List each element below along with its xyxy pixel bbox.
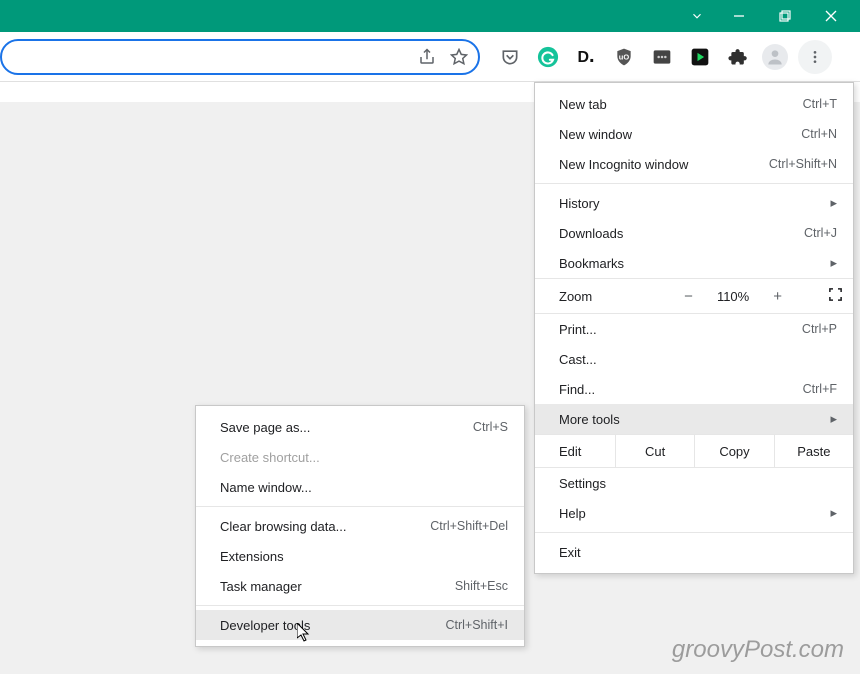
chrome-menu-button[interactable] (798, 40, 832, 74)
chevron-right-icon: ▸ (830, 411, 837, 427)
submenu-extensions[interactable]: Extensions (196, 541, 524, 571)
submenu-save-page[interactable]: Save page as...Ctrl+S (196, 412, 524, 442)
menu-new-window[interactable]: New windowCtrl+N (535, 119, 853, 149)
zoom-value: 110% (717, 289, 749, 304)
dark-extension-icon[interactable]: D. (572, 43, 600, 71)
chrome-main-menu: New tabCtrl+T New windowCtrl+N New Incog… (534, 82, 854, 574)
maximize-button[interactable] (762, 0, 808, 32)
edit-cut[interactable]: Cut (615, 435, 694, 467)
menu-help[interactable]: Help▸ (535, 498, 853, 528)
extensions-row: D. uO (496, 40, 832, 74)
watermark: groovyPost.com (672, 636, 844, 664)
edit-copy[interactable]: Copy (694, 435, 773, 467)
menu-downloads[interactable]: DownloadsCtrl+J (535, 218, 853, 248)
titlebar (0, 0, 860, 32)
submenu-developer-tools[interactable]: Developer toolsCtrl+Shift+I (196, 610, 524, 640)
profile-avatar[interactable] (762, 44, 788, 70)
menu-settings[interactable]: Settings (535, 468, 853, 498)
zoom-in-button[interactable]: + (773, 288, 782, 305)
menu-bookmarks[interactable]: Bookmarks▸ (535, 248, 853, 278)
zoom-out-button[interactable]: − (684, 288, 693, 305)
menu-exit[interactable]: Exit (535, 537, 853, 567)
svg-text:uO: uO (619, 52, 630, 61)
menu-new-tab[interactable]: New tabCtrl+T (535, 89, 853, 119)
submenu-task-manager[interactable]: Task managerShift+Esc (196, 571, 524, 601)
menu-edit-row: Edit Cut Copy Paste (535, 434, 853, 468)
chevron-right-icon: ▸ (830, 505, 837, 521)
address-bar[interactable] (0, 39, 480, 75)
menu-more-tools[interactable]: More tools▸ (535, 404, 853, 434)
bookmark-star-icon[interactable] (450, 48, 468, 66)
close-button[interactable] (808, 0, 854, 32)
fullscreen-icon[interactable] (828, 287, 843, 306)
menu-cast[interactable]: Cast... (535, 344, 853, 374)
menu-zoom-row: Zoom − 110% + (535, 278, 853, 314)
chevron-right-icon: ▸ (830, 255, 837, 271)
submenu-name-window[interactable]: Name window... (196, 472, 524, 502)
play-extension-icon[interactable] (686, 43, 714, 71)
menu-new-incognito[interactable]: New Incognito windowCtrl+Shift+N (535, 149, 853, 179)
menu-find[interactable]: Find...Ctrl+F (535, 374, 853, 404)
submenu-clear-data[interactable]: Clear browsing data...Ctrl+Shift+Del (196, 511, 524, 541)
menu-history[interactable]: History▸ (535, 188, 853, 218)
chevron-right-icon: ▸ (830, 195, 837, 211)
menu-print[interactable]: Print...Ctrl+P (535, 314, 853, 344)
extensions-puzzle-icon[interactable] (724, 43, 752, 71)
more-tools-submenu: Save page as...Ctrl+S Create shortcut...… (195, 405, 525, 647)
edit-paste[interactable]: Paste (774, 435, 853, 467)
square-extension-icon[interactable] (648, 43, 676, 71)
tab-search-chevron[interactable] (678, 0, 716, 32)
grammarly-extension-icon[interactable] (534, 43, 562, 71)
ublock-extension-icon[interactable]: uO (610, 43, 638, 71)
mouse-cursor-icon (297, 623, 313, 648)
pocket-extension-icon[interactable] (496, 43, 524, 71)
submenu-create-shortcut[interactable]: Create shortcut... (196, 442, 524, 472)
minimize-button[interactable] (716, 0, 762, 32)
share-icon[interactable] (418, 48, 436, 66)
browser-toolbar: D. uO (0, 32, 860, 82)
